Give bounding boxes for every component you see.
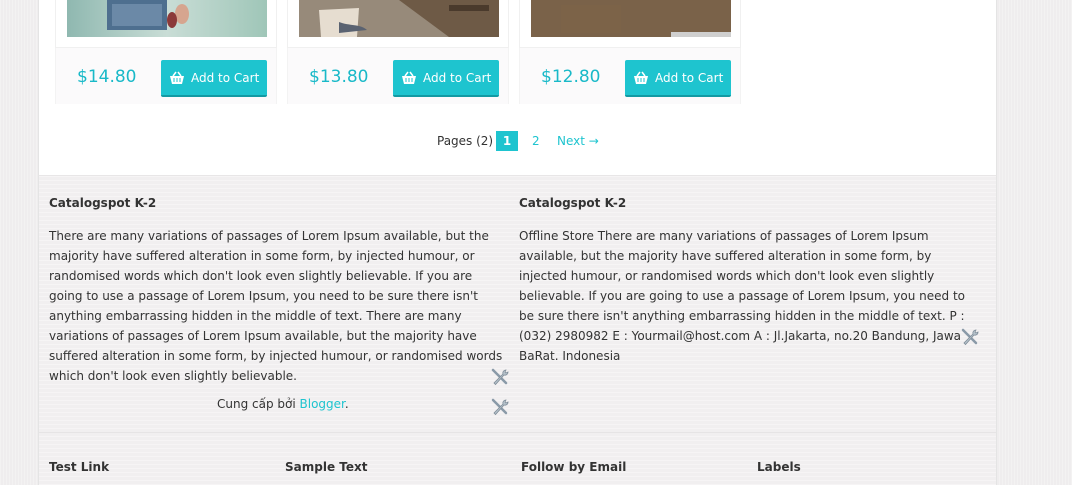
add-to-cart-label: Add to Cart — [191, 70, 260, 85]
product-card: $14.80 Add to Cart — [55, 0, 279, 112]
powered-suffix: . — [344, 397, 349, 411]
footer: Catalogspot K-2 There are many variation… — [38, 175, 997, 485]
add-to-cart-button[interactable]: Add to Cart — [625, 60, 731, 97]
product-image-frame — [55, 0, 277, 48]
footer-left-title: Catalogspot K-2 — [49, 196, 157, 210]
add-to-cart-label: Add to Cart — [655, 70, 724, 85]
page-wrapper: $14.80 Add to Cart $13.80 Add to Cart $1… — [38, 0, 997, 485]
footer-right-text: Offline Store There are many variations … — [519, 229, 965, 363]
product-price: $13.80 — [309, 67, 369, 87]
product-image[interactable] — [299, 0, 499, 37]
widget-title-test-link: Test Link — [49, 460, 110, 474]
basket-icon — [169, 71, 185, 85]
price-row: $12.80 Add to Cart — [519, 48, 741, 104]
wrench-screwdriver-icon[interactable] — [490, 397, 510, 417]
widget-title-sample-text: Sample Text — [285, 460, 368, 474]
powered-by: Cung cấp bởi Blogger. — [217, 397, 349, 411]
product-image[interactable] — [531, 0, 731, 37]
add-to-cart-button[interactable]: Add to Cart — [393, 60, 499, 97]
product-card: $13.80 Add to Cart — [287, 0, 511, 112]
product-card: $12.80 Add to Cart — [519, 0, 743, 112]
add-to-cart-label: Add to Cart — [423, 70, 492, 85]
basket-icon — [401, 71, 417, 85]
page-1-current[interactable]: 1 — [496, 131, 518, 151]
footer-right-title: Catalogspot K-2 — [519, 196, 627, 210]
page-2-link[interactable]: 2 — [532, 134, 540, 148]
add-to-cart-button[interactable]: Add to Cart — [161, 60, 267, 97]
price-row: $14.80 Add to Cart — [55, 48, 277, 104]
product-image-frame — [287, 0, 509, 48]
footer-divider — [39, 432, 996, 433]
product-price: $14.80 — [77, 67, 137, 87]
widget-title-follow-by-email: Follow by Email — [521, 460, 627, 474]
wrench-screwdriver-icon[interactable] — [490, 367, 510, 387]
price-row: $13.80 Add to Cart — [287, 48, 509, 104]
next-page-link[interactable]: Next → — [557, 134, 599, 148]
widget-title-labels: Labels — [757, 460, 801, 474]
powered-prefix: Cung cấp bởi — [217, 397, 300, 411]
pages-label: Pages (2) — [437, 134, 494, 148]
product-image-frame — [519, 0, 741, 48]
product-price: $12.80 — [541, 67, 601, 87]
footer-left-text: There are many variations of passages of… — [49, 229, 503, 383]
basket-icon — [633, 71, 649, 85]
pagination: Pages (2) 1 2 Next → — [39, 131, 998, 151]
product-image[interactable] — [67, 0, 267, 37]
blogger-link[interactable]: Blogger — [300, 397, 345, 411]
wrench-screwdriver-icon[interactable] — [960, 327, 980, 347]
product-grid-section: $14.80 Add to Cart $13.80 Add to Cart $1… — [38, 0, 997, 175]
